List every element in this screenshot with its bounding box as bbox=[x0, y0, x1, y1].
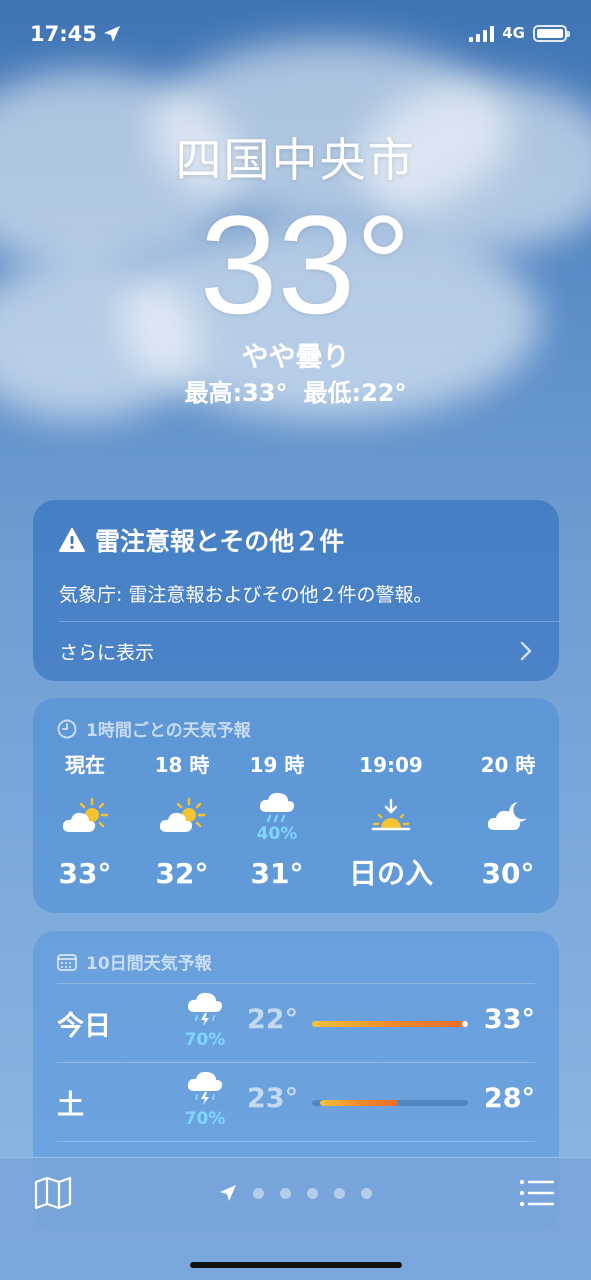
temperature-range-bar bbox=[312, 1021, 468, 1027]
battery-icon bbox=[533, 24, 570, 42]
hour-label: 現在 bbox=[65, 753, 105, 777]
status-bar: 17:45 4G bbox=[0, 0, 591, 72]
page-indicator[interactable] bbox=[0, 1184, 591, 1202]
status-indicators: 4G bbox=[469, 24, 570, 42]
alert-divider bbox=[59, 621, 559, 622]
daily-title: 10日間天気予報 bbox=[86, 954, 212, 974]
precip-probability: 70% bbox=[184, 1109, 226, 1129]
cellular-signal-icon bbox=[469, 25, 495, 42]
location-list-button[interactable] bbox=[519, 1178, 555, 1208]
page-dot bbox=[334, 1187, 345, 1199]
battery-fill bbox=[537, 28, 563, 38]
hour-item: 19 時 40% 31° bbox=[225, 750, 329, 894]
page-dot bbox=[253, 1187, 264, 1199]
high-low: 最高:33° 最低:22° bbox=[0, 376, 591, 410]
page-dot bbox=[361, 1187, 372, 1199]
weather-alert-card[interactable]: 雷注意報とその他２件 気象庁: 雷注意報およびその他２件の警報。 さらに表示 bbox=[33, 500, 559, 681]
day-name: 土 bbox=[57, 1090, 84, 1121]
more-label: さらに表示 bbox=[59, 641, 155, 664]
temperature-range-fill bbox=[319, 1100, 398, 1106]
network-type: 4G bbox=[502, 24, 525, 42]
current-temperature: 33° bbox=[199, 186, 412, 343]
high-temperature: 最高:33° bbox=[184, 379, 288, 407]
hour-item: 18 時 32° bbox=[130, 750, 234, 894]
list-icon bbox=[519, 1179, 555, 1207]
low-temperature: 最低:22° bbox=[303, 379, 407, 407]
daily-header: 10日間天気予報 bbox=[57, 949, 212, 974]
bottom-toolbar bbox=[0, 1157, 591, 1280]
chevron-right-icon bbox=[520, 641, 532, 661]
location-arrow-icon bbox=[103, 26, 120, 42]
current-condition: やや曇り bbox=[241, 342, 350, 373]
hour-value: 32° bbox=[155, 857, 209, 890]
alert-title: 雷注意報とその他２件 bbox=[95, 527, 345, 556]
day-row: 今日 70% 22° 33° bbox=[57, 984, 535, 1062]
hour-value: 31° bbox=[250, 857, 304, 890]
partly-cloudy-sun-icon bbox=[62, 797, 109, 832]
temperature-range-bar bbox=[312, 1100, 468, 1106]
warning-icon bbox=[59, 528, 85, 552]
precip-probability: 70% bbox=[184, 1030, 226, 1050]
hour-item: 20 時 30° bbox=[456, 750, 560, 894]
page-dot bbox=[307, 1187, 318, 1199]
partly-cloudy-sun-icon bbox=[159, 797, 206, 832]
daily-divider bbox=[57, 1141, 535, 1142]
hourly-title: 1時間ごとの天気予報 bbox=[86, 721, 251, 741]
alert-body: 気象庁: 雷注意報およびその他２件の警報。 bbox=[59, 584, 433, 606]
current-temperature-dot bbox=[462, 1021, 468, 1027]
day-high: 33° bbox=[483, 1004, 535, 1035]
hour-label: 20 時 bbox=[480, 753, 536, 777]
hourly-forecast-card[interactable]: 1時間ごとの天気予報 現在 33° 18 時 32° 19 時 40% 31° … bbox=[33, 698, 559, 913]
location-arrow-icon bbox=[220, 1185, 236, 1201]
thunderstorm-icon bbox=[187, 992, 223, 1026]
city-name: 四国中央市 bbox=[175, 133, 416, 187]
partly-cloudy-moon-icon bbox=[487, 802, 527, 830]
alert-more-link[interactable]: さらに表示 bbox=[59, 636, 533, 666]
home-indicator bbox=[190, 1262, 402, 1268]
rain-cloud-icon bbox=[259, 792, 295, 823]
current-weather: 四国中央市 33° やや曇り 最高:33° 最低:22° bbox=[0, 130, 591, 410]
hour-value: 日の入 bbox=[348, 857, 433, 890]
temperature-range-fill bbox=[312, 1021, 468, 1027]
alert-header: 雷注意報とその他２件 bbox=[59, 522, 344, 558]
thunderstorm-icon bbox=[187, 1071, 223, 1105]
day-low: 23° bbox=[247, 1083, 299, 1114]
sunset-icon bbox=[371, 798, 411, 831]
status-time: 17:45 bbox=[30, 22, 121, 46]
precip-probability: 40% bbox=[256, 824, 298, 844]
page-dot bbox=[280, 1187, 291, 1199]
hour-item: 現在 33° bbox=[33, 750, 137, 894]
time-text: 17:45 bbox=[30, 22, 97, 46]
hour-value: 33° bbox=[58, 857, 112, 890]
hour-label: 19:09 bbox=[359, 753, 423, 777]
hour-item: 19:09 日の入 bbox=[339, 750, 443, 894]
calendar-icon bbox=[57, 953, 77, 971]
hour-value: 30° bbox=[481, 857, 535, 890]
hour-label: 18 時 bbox=[154, 753, 210, 777]
hour-label: 19 時 bbox=[249, 753, 305, 777]
day-high: 28° bbox=[483, 1083, 535, 1114]
hourly-header: 1時間ごとの天気予報 bbox=[57, 716, 251, 741]
day-row: 土 70% 23° 28° bbox=[57, 1063, 535, 1141]
day-low: 22° bbox=[247, 1004, 299, 1035]
day-name: 今日 bbox=[57, 1011, 111, 1042]
clock-icon bbox=[57, 719, 77, 738]
